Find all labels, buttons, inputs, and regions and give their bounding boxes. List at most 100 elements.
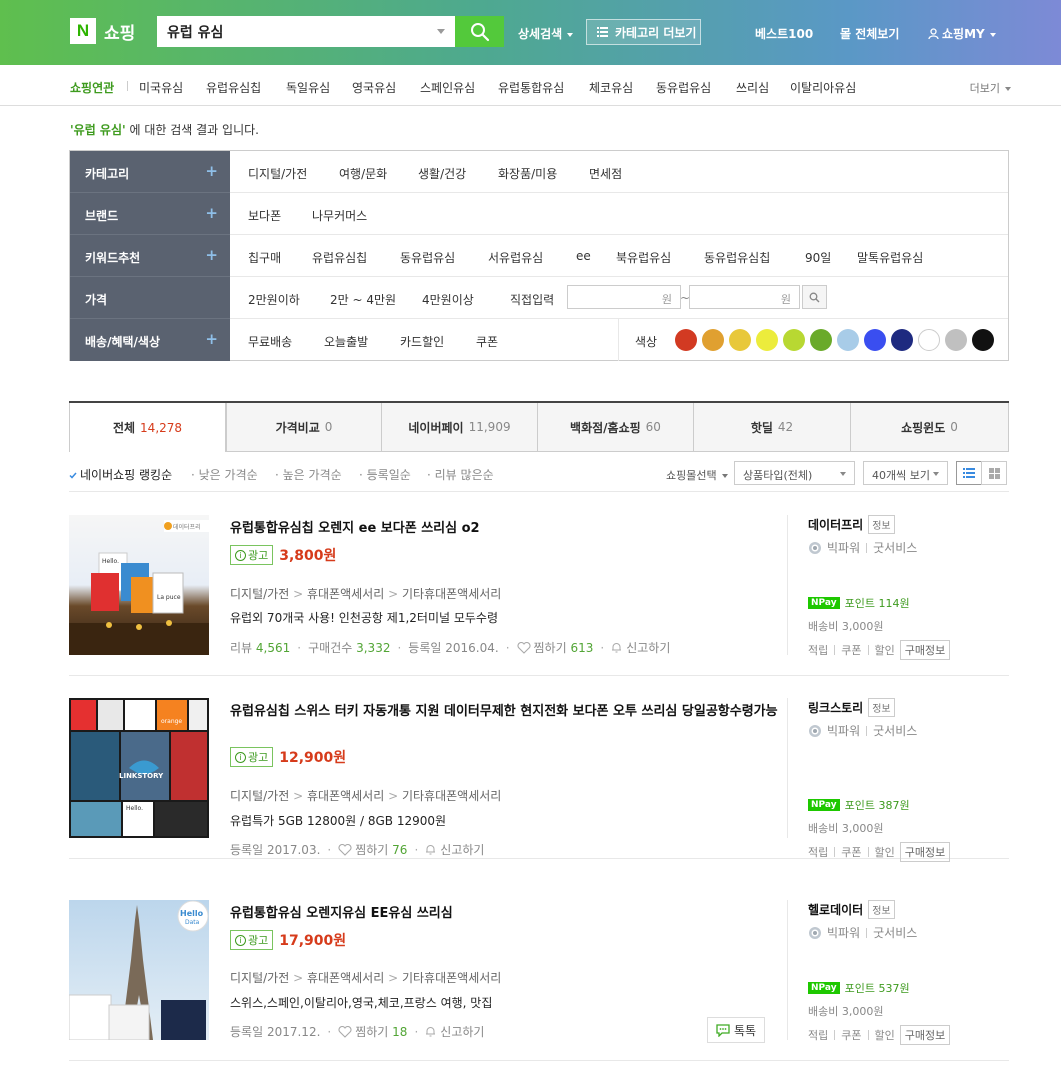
color-swatch-yellow[interactable] xyxy=(756,329,778,351)
mall-info-button[interactable]: 정보 xyxy=(868,900,895,919)
filter-option[interactable]: 무료배송 xyxy=(248,333,292,350)
per-page-select[interactable]: 40개씩 보기 xyxy=(863,461,948,485)
filter-label-category[interactable]: 카테고리 + xyxy=(70,151,230,193)
grid-view-button[interactable] xyxy=(981,461,1007,485)
wish-button[interactable]: 찜하기 76 xyxy=(338,841,407,858)
filter-option[interactable]: 북유럽유심 xyxy=(616,249,671,266)
ad-badge[interactable]: i 광고 xyxy=(230,747,274,767)
filter-option[interactable]: 90일 xyxy=(805,249,831,266)
filter-option[interactable]: 유럽유심칩 xyxy=(312,249,367,266)
search-input[interactable] xyxy=(157,16,427,47)
filter-option[interactable]: 2만원이하 xyxy=(248,291,300,308)
related-keyword[interactable]: 쓰리심 xyxy=(736,79,769,96)
wish-button[interactable]: 찜하기 613 xyxy=(516,639,593,656)
product-type-select[interactable]: 상품타입(전체) xyxy=(734,461,855,485)
color-swatch-red[interactable] xyxy=(675,329,697,351)
related-keyword[interactable]: 스페인유심 xyxy=(420,79,475,96)
filter-option[interactable]: 여행/문화 xyxy=(339,165,387,182)
purchase-info-button[interactable]: 구매정보 xyxy=(899,640,951,660)
sort-low-price[interactable]: · 낮은 가격순 xyxy=(191,466,258,483)
mall-name[interactable]: 헬로데이터 정보 xyxy=(808,900,895,919)
naver-shopping-logo[interactable]: N 쇼핑 xyxy=(70,18,135,44)
filter-option[interactable]: 카드할인 xyxy=(400,333,444,350)
purchase-info-button[interactable]: 구매정보 xyxy=(899,842,951,862)
sort-ranking[interactable]: 네이버쇼핑 랭킹순 xyxy=(69,466,172,483)
tab-shopping-window[interactable]: 쇼핑윈도 0 xyxy=(851,403,1009,452)
color-swatch-lime[interactable] xyxy=(783,329,805,351)
max-price-input[interactable]: 원 xyxy=(689,285,800,309)
filter-option[interactable]: ee xyxy=(576,249,591,263)
all-malls-link[interactable]: 몰 전체보기 xyxy=(840,25,899,42)
product-title[interactable]: 유럽통합유심칩 오렌지 ee 보다폰 쓰리심 o2 xyxy=(230,520,790,538)
filter-label-brand[interactable]: 브랜드 + xyxy=(70,193,230,235)
detail-search-link[interactable]: 상세검색 xyxy=(518,25,574,42)
tab-department-store[interactable]: 백화점/홈쇼핑 60 xyxy=(538,403,694,452)
color-swatch-orange[interactable] xyxy=(702,329,724,351)
mall-name[interactable]: 데이터프리 정보 xyxy=(808,515,895,534)
search-button[interactable] xyxy=(455,16,504,47)
product-title[interactable]: 유럽통합유심 오렌지유심 EE유심 쓰리심 xyxy=(230,905,790,923)
color-swatch-navy[interactable] xyxy=(891,329,913,351)
plus-icon[interactable]: + xyxy=(205,246,218,264)
filter-option[interactable]: 말톡유럽유심 xyxy=(857,249,923,266)
filter-option[interactable]: 칩구매 xyxy=(248,249,281,266)
mall-name[interactable]: 링크스토리 정보 xyxy=(808,698,895,717)
filter-option[interactable]: 나무커머스 xyxy=(312,207,367,224)
product-thumbnail[interactable]: 데이터프리 Hello. La puce xyxy=(69,515,209,655)
plus-icon[interactable]: + xyxy=(205,162,218,180)
filter-option[interactable]: 4만원이상 xyxy=(422,291,474,308)
related-keyword[interactable]: 영국유심 xyxy=(352,79,396,96)
tab-hot-deal[interactable]: 핫딜 42 xyxy=(694,403,851,452)
report-button[interactable]: 신고하기 xyxy=(425,1023,484,1040)
ad-badge[interactable]: i 광고 xyxy=(230,930,274,950)
more-keywords-button[interactable]: 더보기 xyxy=(970,80,1011,96)
filter-option[interactable]: 2만 ~ 4만원 xyxy=(330,291,396,308)
color-swatch-white[interactable] xyxy=(918,329,940,351)
autocomplete-toggle-icon[interactable] xyxy=(437,29,445,34)
purchase-info-button[interactable]: 구매정보 xyxy=(899,1025,951,1045)
my-shopping-link[interactable]: 쇼핑MY xyxy=(928,25,996,42)
color-swatch-blue[interactable] xyxy=(864,329,886,351)
filter-option[interactable]: 쿠폰 xyxy=(476,333,498,350)
report-button[interactable]: 신고하기 xyxy=(611,639,670,656)
filter-option[interactable]: 보다폰 xyxy=(248,207,281,224)
related-keyword[interactable]: 독일유심 xyxy=(286,79,330,96)
product-title[interactable]: 유럽유심칩 스위스 터키 자동개통 지원 데이터무제한 현지전화 보다폰 오투 … xyxy=(230,703,790,721)
sort-high-price[interactable]: · 높은 가격순 xyxy=(275,466,342,483)
related-keyword[interactable]: 미국유심 xyxy=(139,79,183,96)
product-thumbnail[interactable]: LINKSTORY orange Hello. xyxy=(69,698,209,838)
filter-option[interactable]: 서유럽유심 xyxy=(488,249,543,266)
tab-all[interactable]: 전체 14,278 xyxy=(69,403,226,452)
related-keyword[interactable]: 동유럽유심 xyxy=(656,79,711,96)
color-swatch-black[interactable] xyxy=(972,329,994,351)
plus-icon[interactable]: + xyxy=(205,204,218,222)
color-swatch-gray[interactable] xyxy=(945,329,967,351)
product-thumbnail[interactable]: Hello Data xyxy=(69,900,209,1040)
filter-option[interactable]: 동유럽유심 xyxy=(400,249,455,266)
min-price-input[interactable]: 원 xyxy=(567,285,681,309)
wish-button[interactable]: 찜하기 18 xyxy=(338,1023,407,1040)
tab-price-compare[interactable]: 가격비교 0 xyxy=(226,403,382,452)
filter-option[interactable]: 생활/건강 xyxy=(418,165,466,182)
related-keyword[interactable]: 체코유심 xyxy=(589,79,633,96)
filter-option[interactable]: 디지털/가전 xyxy=(248,165,307,182)
search-box[interactable] xyxy=(157,16,455,47)
filter-option[interactable]: 오늘출발 xyxy=(324,333,368,350)
category-more-button[interactable]: 카테고리 더보기 xyxy=(586,19,701,45)
filter-option[interactable]: 화장품/미용 xyxy=(498,165,557,182)
ad-badge[interactable]: i 광고 xyxy=(230,545,274,565)
filter-label-keyword[interactable]: 키워드추천 + xyxy=(70,235,230,277)
price-search-button[interactable] xyxy=(802,285,827,309)
sort-reviews[interactable]: · 리뷰 많은순 xyxy=(427,466,494,483)
plus-icon[interactable]: + xyxy=(205,330,218,348)
filter-option[interactable]: 동유럽유심칩 xyxy=(704,249,770,266)
filter-label-delivery[interactable]: 배송/혜택/색상 + xyxy=(70,319,230,361)
tab-naver-pay[interactable]: 네이버페이 11,909 xyxy=(382,403,538,452)
color-swatch-gold[interactable] xyxy=(729,329,751,351)
mall-select-dropdown[interactable]: 쇼핑몰선택 xyxy=(666,467,728,483)
related-keyword[interactable]: 유럽통합유심 xyxy=(498,79,564,96)
mall-info-button[interactable]: 정보 xyxy=(868,515,895,534)
talk-talk-button[interactable]: 톡톡 xyxy=(707,1017,765,1043)
filter-option[interactable]: 면세점 xyxy=(589,165,622,182)
related-keyword[interactable]: 이탈리아유심 xyxy=(790,79,856,96)
